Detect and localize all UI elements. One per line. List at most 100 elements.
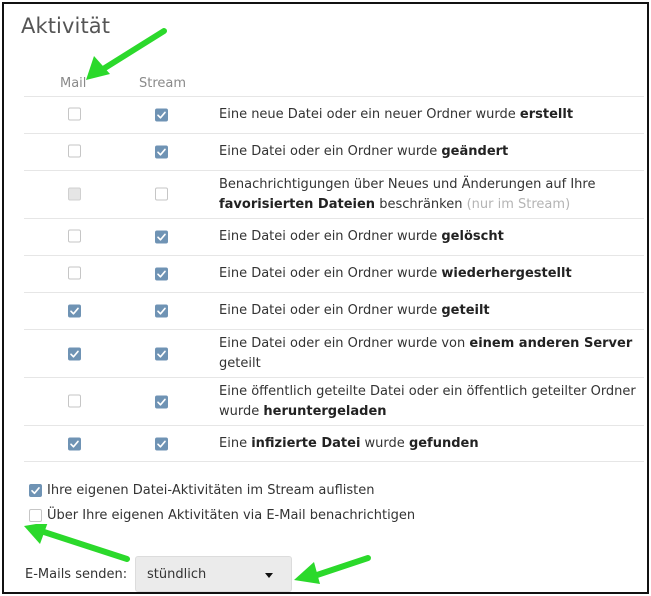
mail-checkbox[interactable]: [68, 107, 81, 121]
own-in-stream-label: Ihre eigenen Datei-Aktivitäten im Stream…: [47, 483, 375, 498]
mail-checkbox[interactable]: [68, 229, 81, 243]
caret-down-icon: [265, 573, 273, 578]
check-icon: [31, 487, 40, 495]
label-bold: infizierte Datei: [251, 435, 361, 451]
mail-checkbox: [68, 187, 81, 200]
stream-checkbox-cell: [155, 302, 168, 321]
label-text: Eine Datei oder ein Ordner wurde: [219, 144, 442, 159]
stream-checkbox-cell: [155, 344, 168, 363]
row-label: Eine öffentlich geteilte Datei oder ein …: [219, 380, 644, 424]
label-bold: heruntergeladen: [263, 403, 387, 419]
stream-checkbox[interactable]: [155, 395, 168, 408]
label-bold: favorisierten Dateien: [219, 196, 376, 212]
table-row: Eine infizierte Datei wurde gefunden: [24, 425, 644, 462]
option-own-in-stream[interactable]: Ihre eigenen Datei-Aktivitäten im Stream…: [29, 483, 374, 498]
table-row: Eine Datei oder ein Ordner wurde von ein…: [24, 329, 644, 377]
table-row: Eine neue Datei oder ein neuer Ordner wu…: [24, 96, 644, 133]
send-mails-label: E-Mails senden:: [25, 567, 128, 582]
own-via-mail-label: Über Ihre eigenen Aktivitäten via E-Mail…: [47, 508, 416, 523]
label-bold: geändert: [441, 144, 509, 159]
check-icon: [70, 440, 79, 448]
row-label: Eine Datei oder ein Ordner wurde von ein…: [219, 332, 644, 376]
check-icon: [157, 307, 166, 315]
row-label: Benachrichtigungen über Neues und Änderu…: [219, 173, 644, 217]
stream-checkbox-cell: [155, 143, 168, 162]
label-text-after: beschränken: [375, 196, 467, 212]
mail-checkbox-cell: [68, 302, 81, 321]
stream-checkbox[interactable]: [155, 437, 168, 450]
annotation-arrow-icon: [294, 555, 371, 584]
mail-checkbox-cell: [68, 434, 81, 453]
option-own-via-mail[interactable]: Über Ihre eigenen Aktivitäten via E-Mail…: [29, 508, 415, 523]
label-bold: gelöscht: [441, 229, 504, 244]
stream-checkbox[interactable]: [155, 304, 168, 318]
stream-checkbox[interactable]: [155, 267, 168, 281]
stream-checkbox[interactable]: [155, 347, 168, 360]
check-icon: [70, 350, 79, 358]
label-bold: geteilt: [441, 303, 490, 318]
mail-checkbox-cell: [68, 106, 81, 125]
row-label: Eine Datei oder ein Ordner wurde geteilt: [219, 299, 498, 323]
label-text: Eine Datei oder ein Ordner wurde: [219, 229, 442, 244]
own-via-mail-checkbox[interactable]: [29, 509, 42, 522]
mail-checkbox-cell: [68, 344, 81, 363]
row-label: Eine Datei oder ein Ordner wurde geänder…: [219, 140, 516, 164]
mail-checkbox-cell: [68, 228, 81, 247]
stream-checkbox-cell: [155, 228, 168, 247]
stream-checkbox-cell: [155, 392, 168, 411]
annotation-arrow-icon: [24, 524, 130, 562]
table-row: Eine Datei oder ein Ordner wurde wiederh…: [24, 255, 644, 292]
annotation-arrow-icon: [86, 28, 167, 80]
stream-checkbox-cell: [155, 106, 168, 125]
send-frequency-value: stündlich: [147, 567, 207, 582]
check-icon: [157, 270, 166, 278]
row-label: Eine neue Datei oder ein neuer Ordner wu…: [219, 103, 581, 127]
mail-checkbox-cell: [68, 143, 81, 162]
table-row: Eine öffentlich geteilte Datei oder ein …: [24, 377, 644, 425]
send-frequency-select[interactable]: stündlich: [135, 556, 292, 592]
activity-table: Eine neue Datei oder ein neuer Ordner wu…: [24, 96, 644, 462]
check-icon: [157, 398, 166, 406]
mail-checkbox-cell: [68, 392, 81, 411]
own-in-stream-checkbox[interactable]: [29, 484, 42, 497]
check-icon: [157, 350, 166, 358]
label-bold: wiederhergestellt: [441, 266, 572, 281]
stream-checkbox[interactable]: [155, 145, 168, 159]
mail-checkbox-cell: [68, 185, 81, 204]
label-text: Benachrichtigungen über Neues und Änderu…: [219, 176, 596, 192]
mail-checkbox[interactable]: [68, 347, 81, 360]
stream-checkbox[interactable]: [155, 187, 168, 200]
stream-checkbox-cell: [155, 434, 168, 453]
label-text-after: geteilt: [219, 355, 261, 371]
label-bold: erstellt: [519, 107, 574, 122]
check-icon: [157, 440, 166, 448]
stream-checkbox-cell: [155, 265, 168, 284]
stream-checkbox[interactable]: [155, 108, 168, 122]
mail-checkbox-cell: [68, 265, 81, 284]
table-row: Eine Datei oder ein Ordner wurde geänder…: [24, 133, 644, 170]
label-bold-2: gefunden: [408, 435, 479, 451]
mail-checkbox[interactable]: [68, 437, 81, 450]
label-text: Eine: [219, 435, 252, 451]
mail-checkbox[interactable]: [68, 144, 81, 158]
table-row: Eine Datei oder ein Ordner wurde geteilt: [24, 292, 644, 329]
check-icon: [157, 148, 166, 156]
label-bold: einem anderen Server: [469, 335, 633, 351]
row-label: Eine Datei oder ein Ordner wurde wiederh…: [219, 262, 580, 286]
mail-checkbox[interactable]: [68, 394, 81, 407]
table-row: Eine Datei oder ein Ordner wurde gelösch…: [24, 218, 644, 255]
label-text: Eine Datei oder ein Ordner wurde von: [219, 335, 470, 351]
label-text: Eine neue Datei oder ein neuer Ordner wu…: [219, 107, 520, 122]
check-icon: [70, 307, 79, 315]
table-row: Benachrichtigungen über Neues und Änderu…: [24, 170, 644, 218]
check-icon: [157, 111, 166, 119]
mail-checkbox[interactable]: [68, 304, 81, 318]
mail-checkbox[interactable]: [68, 266, 81, 280]
stream-checkbox-cell: [155, 185, 168, 204]
stream-checkbox[interactable]: [155, 230, 168, 244]
label-text: Eine Datei oder ein Ordner wurde: [219, 266, 442, 281]
check-icon: [157, 233, 166, 241]
row-label: Eine Datei oder ein Ordner wurde gelösch…: [219, 225, 512, 249]
label-text: Eine Datei oder ein Ordner wurde: [219, 303, 442, 318]
label-note: (nur im Stream): [466, 196, 571, 212]
